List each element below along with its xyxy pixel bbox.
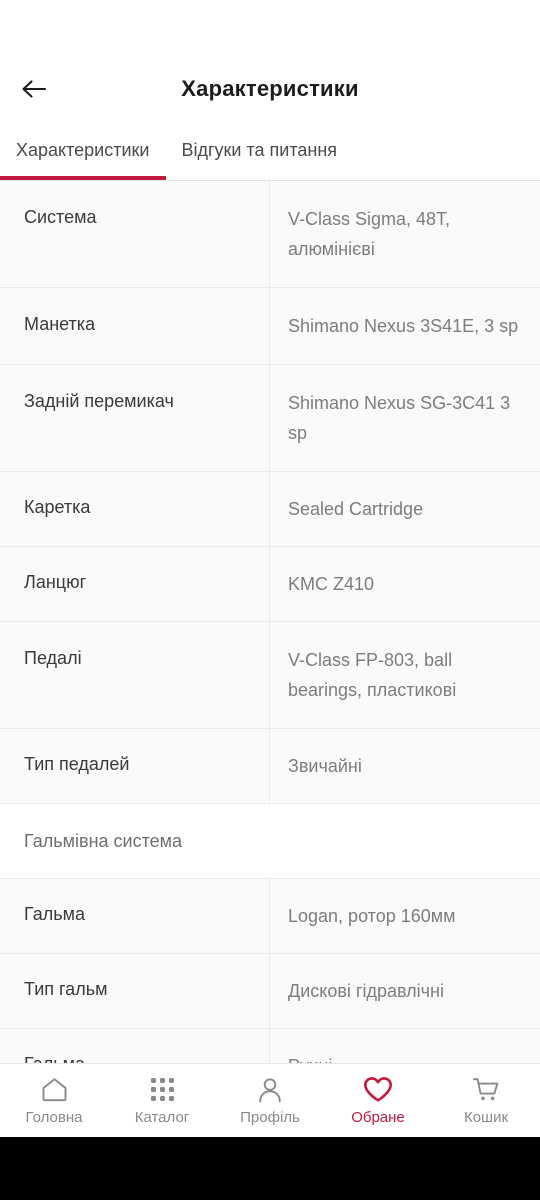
app-screen: Характеристики Характеристики Відгуки та… [0,0,540,1200]
spec-value: Звичайні [288,756,362,776]
nav-item-catalog[interactable]: Каталог [108,1064,216,1138]
home-icon [41,1076,68,1104]
status-bar [0,0,540,58]
bottom-navigation: Головна Каталог Профіль Обране Кошик [0,1063,540,1137]
spec-label: Гальма [0,879,270,953]
table-row: Педалі V-Class FP-803, ball bearings, пл… [0,622,540,729]
spec-label: Манетка [0,288,270,364]
spec-label: Задній перемикач [0,365,270,471]
heart-icon [363,1076,393,1104]
app-bar: Характеристики [0,58,540,120]
nav-item-home-label: Головна [25,1108,83,1126]
tab-specifications[interactable]: Характеристики [0,120,167,180]
spec-label: Гальма [0,1029,270,1063]
spec-value: Дискові гідравлічні [288,981,444,1001]
spec-label: Система [0,181,270,287]
arrow-left-icon [21,79,47,99]
nav-item-favorites-label: Обране [351,1108,405,1126]
grid-icon [150,1076,174,1104]
table-row: Задній перемикач Shimano Nexus SG-3C41 3… [0,365,540,472]
cart-icon [472,1076,500,1104]
nav-item-catalog-label: Каталог [134,1108,190,1126]
spec-label: Педалі [0,622,270,728]
spec-label: Тип педалей [0,729,270,803]
table-row: Система V-Class Sigma, 48T, алюмінієві [0,181,540,288]
spec-value: KMC Z410 [288,574,375,594]
table-row: Тип педалей Звичайні [0,729,540,804]
table-row: Тип гальм Дискові гідравлічні [0,954,540,1029]
page-title: Характеристики [181,76,359,101]
table-row: Гальма Ручні [0,1029,540,1063]
nav-item-profile[interactable]: Профіль [216,1064,324,1138]
nav-item-cart-label: Кошик [463,1108,509,1126]
person-icon [257,1076,283,1104]
back-button[interactable] [0,58,62,120]
table-row: Манетка Shimano Nexus 3S41E, 3 sp [0,288,540,365]
spec-label: Тип гальм [0,954,270,1028]
spec-value: V-Class Sigma, 48T, алюмінієві [288,209,451,259]
section-header: Гальмівна система [0,804,540,879]
spec-label: Каретка [0,472,270,546]
spec-value: V-Class FP-803, ball bearings, пластиков… [288,650,457,700]
spec-value: Shimano Nexus SG-3C41 3 sp [288,393,511,443]
nav-item-favorites[interactable]: Обране [324,1064,432,1138]
table-row: Каретка Sealed Cartridge [0,472,540,547]
system-navigation-bar [0,1137,540,1200]
nav-item-home[interactable]: Головна [0,1064,108,1138]
specification-table: Система V-Class Sigma, 48T, алюмінієві М… [0,181,540,1063]
tab-bar: Характеристики Відгуки та питання [0,120,540,181]
spec-value: Shimano Nexus 3S41E, 3 sp [288,316,519,336]
tab-reviews-questions[interactable]: Відгуки та питання [165,120,353,180]
tab-specifications-label: Характеристики [16,139,150,160]
table-row: Ланцюг KMC Z410 [0,547,540,622]
spec-value: Sealed Cartridge [288,499,424,519]
spec-label: Ланцюг [0,547,270,621]
spec-value: Logan, ротор 160мм [288,906,456,926]
nav-item-cart[interactable]: Кошик [432,1064,540,1138]
nav-item-profile-label: Профіль [240,1108,300,1126]
table-row: Гальма Logan, ротор 160мм [0,879,540,954]
spec-value: Ручні [270,1029,540,1063]
tab-reviews-questions-label: Відгуки та питання [181,139,338,160]
